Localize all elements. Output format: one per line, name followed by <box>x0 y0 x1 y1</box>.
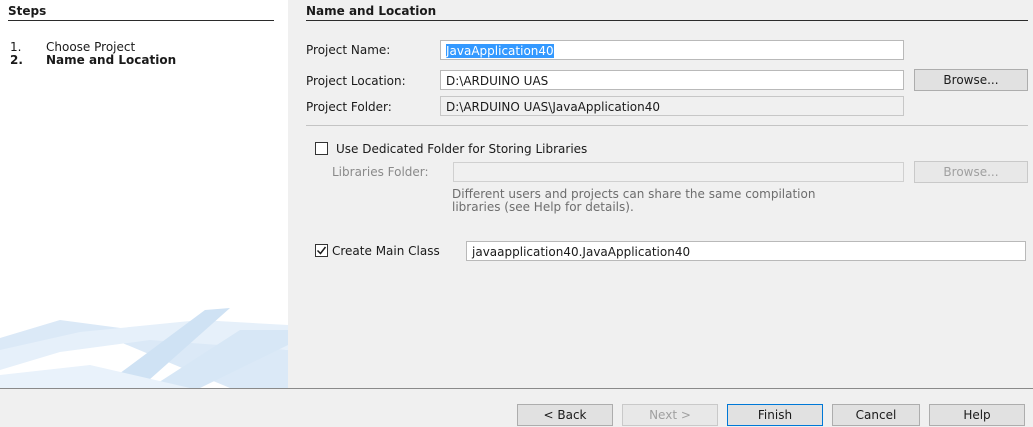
project-name-label: Project Name: <box>306 43 391 57</box>
decorative-swoosh-graphic <box>0 308 288 388</box>
panel-title: Name and Location <box>306 4 1028 21</box>
step-number: 2. <box>10 53 23 67</box>
project-name-value: JavaApplication40 <box>446 44 554 58</box>
dedicated-folder-checkbox[interactable] <box>315 142 328 155</box>
step-label: Choose Project <box>46 40 136 54</box>
step-name-and-location: 2. Name and Location <box>10 53 176 67</box>
create-main-class-label: Create Main Class <box>332 244 440 258</box>
project-folder-field: D:\ARDUINO UAS\JavaApplication40 <box>440 96 904 116</box>
project-location-field[interactable]: D:\ARDUINO UAS <box>440 70 904 90</box>
help-button[interactable]: Help <box>929 404 1025 426</box>
libraries-folder-field[interactable] <box>453 162 904 182</box>
step-choose-project: 1. Choose Project <box>10 40 135 54</box>
back-button[interactable]: < Back <box>517 404 613 426</box>
wizard-button-bar: < Back Next > Finish Cancel Help <box>0 388 1033 427</box>
libraries-folder-label: Libraries Folder: <box>332 165 429 179</box>
checkmark-icon <box>316 246 327 255</box>
section-divider <box>306 125 1028 126</box>
project-name-field[interactable]: JavaApplication40 <box>440 40 904 60</box>
project-location-label: Project Location: <box>306 74 406 88</box>
step-number: 1. <box>10 40 22 54</box>
next-button[interactable]: Next > <box>622 404 718 426</box>
dedicated-folder-label: Use Dedicated Folder for Storing Librari… <box>336 142 588 156</box>
cancel-button[interactable]: Cancel <box>832 404 920 426</box>
browse-libraries-button[interactable]: Browse... <box>914 161 1028 183</box>
project-folder-label: Project Folder: <box>306 100 392 114</box>
name-and-location-panel: Name and Location Project Name: JavaAppl… <box>288 0 1033 388</box>
step-label: Name and Location <box>46 53 177 67</box>
create-main-class-checkbox[interactable] <box>315 244 328 257</box>
steps-panel: Steps 1. Choose Project 2. Name and Locati… <box>0 0 288 388</box>
steps-title: Steps <box>8 4 274 21</box>
libraries-help-text: Different users and projects can share t… <box>452 188 815 214</box>
main-class-field[interactable]: javaapplication40.JavaApplication40 <box>466 241 1026 261</box>
browse-location-button[interactable]: Browse... <box>914 69 1028 91</box>
finish-button[interactable]: Finish <box>727 404 823 426</box>
libraries-help-line-2: libraries (see Help for details). <box>452 200 634 214</box>
